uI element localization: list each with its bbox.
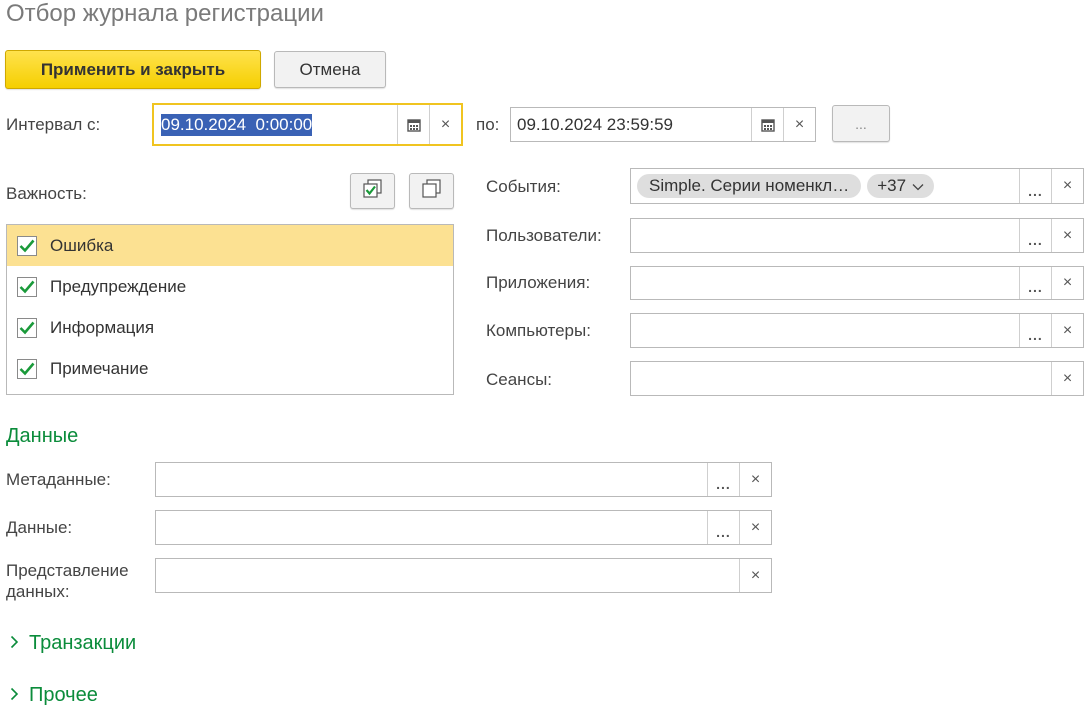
importance-list[interactable]: Ошибка Предупреждение Информация Примеча…	[6, 224, 454, 395]
select-button[interactable]: ...	[707, 463, 739, 496]
sessions-field[interactable]: ×	[630, 361, 1084, 396]
event-more-count: +37	[877, 176, 907, 195]
clear-icon[interactable]: ×	[1051, 169, 1083, 203]
list-item[interactable]: Ошибка	[7, 225, 453, 266]
clear-icon[interactable]: ×	[1051, 314, 1083, 347]
select-button[interactable]: ...	[1019, 267, 1051, 299]
list-item-label: Предупреждение	[50, 276, 187, 296]
checkbox[interactable]	[17, 358, 37, 379]
clear-icon[interactable]: ×	[1051, 362, 1083, 395]
calendar-icon[interactable]	[751, 108, 783, 141]
data-section-title[interactable]: Данные	[6, 425, 78, 448]
data-field[interactable]: ... ×	[155, 510, 772, 545]
other-section-title: Прочее	[29, 684, 98, 706]
list-item[interactable]: Предупреждение	[7, 266, 453, 307]
select-button[interactable]: ...	[1019, 314, 1051, 347]
sessions-label: Сеансы:	[486, 370, 553, 389]
data-presentation-label-line2: данных:	[6, 582, 70, 601]
clear-icon[interactable]: ×	[1051, 267, 1083, 299]
apply-and-close-button[interactable]: Применить и закрыть	[5, 50, 261, 89]
event-chip[interactable]: Simple. Серии номенкл…	[637, 174, 862, 198]
checkbox[interactable]	[17, 235, 37, 256]
clear-icon[interactable]: ×	[1051, 219, 1083, 252]
interval-from-field[interactable]: 09.10.2024 0:00:00 ×	[152, 103, 463, 146]
chevron-down-icon	[912, 176, 924, 196]
clear-icon[interactable]: ×	[739, 511, 771, 544]
uncheck-all-button[interactable]	[409, 173, 454, 209]
cancel-button[interactable]: Отмена	[274, 51, 386, 88]
checkbox[interactable]	[17, 317, 37, 338]
users-field[interactable]: ... ×	[630, 218, 1084, 253]
clear-icon[interactable]: ×	[429, 105, 461, 144]
data-presentation-label-line1: Представление	[6, 561, 129, 580]
uncheck-all-icon	[421, 178, 442, 204]
list-item-label: Примечание	[50, 358, 149, 378]
list-item[interactable]: Информация	[7, 307, 453, 348]
interval-to-value[interactable]: 09.10.2024 23:59:59	[511, 108, 751, 141]
list-item[interactable]: Примечание	[7, 348, 453, 389]
check-all-button[interactable]	[350, 173, 395, 209]
users-label: Пользователи:	[486, 226, 602, 245]
list-item-label: Ошибка	[50, 235, 114, 255]
transactions-section-title: Транзакции	[29, 632, 137, 654]
chevron-right-icon	[10, 632, 19, 655]
interval-from-label: Интервал с:	[6, 115, 101, 134]
applications-label: Приложения:	[486, 273, 591, 292]
clear-icon[interactable]: ×	[739, 559, 771, 592]
data-presentation-field[interactable]: ×	[155, 558, 772, 593]
list-item-label: Информация	[50, 317, 155, 337]
select-button[interactable]: ...	[707, 511, 739, 544]
checkbox[interactable]	[17, 276, 37, 297]
transactions-section-toggle[interactable]: Транзакции	[10, 632, 136, 655]
events-label: События:	[486, 177, 561, 196]
calendar-icon[interactable]	[397, 105, 429, 144]
interval-to-label: по:	[476, 115, 500, 134]
metadata-field[interactable]: ... ×	[155, 462, 772, 497]
computers-field[interactable]: ... ×	[630, 313, 1084, 348]
clear-icon[interactable]: ×	[739, 463, 771, 496]
period-select-button[interactable]: ...	[832, 105, 890, 142]
metadata-label: Метаданные:	[6, 470, 111, 489]
importance-label: Важность:	[6, 184, 87, 203]
interval-from-value[interactable]: 09.10.2024 0:00:00	[161, 113, 313, 136]
select-button[interactable]: ...	[1019, 219, 1051, 252]
data-label: Данные:	[6, 518, 73, 537]
chevron-right-icon	[10, 684, 19, 707]
computers-label: Компьютеры:	[486, 321, 591, 340]
event-more-chip[interactable]: +37	[867, 174, 935, 198]
data-presentation-label: Представление данных:	[6, 560, 129, 602]
form-title: Отбор журнала регистрации	[6, 0, 324, 27]
clear-icon[interactable]: ×	[783, 108, 815, 141]
check-all-icon	[362, 178, 383, 204]
events-field[interactable]: Simple. Серии номенкл… +37 ... ×	[630, 168, 1084, 204]
interval-to-field[interactable]: 09.10.2024 23:59:59 ×	[510, 107, 816, 142]
select-button[interactable]: ...	[1019, 169, 1051, 203]
other-section-toggle[interactable]: Прочее	[10, 684, 98, 707]
applications-field[interactable]: ... ×	[630, 266, 1084, 300]
